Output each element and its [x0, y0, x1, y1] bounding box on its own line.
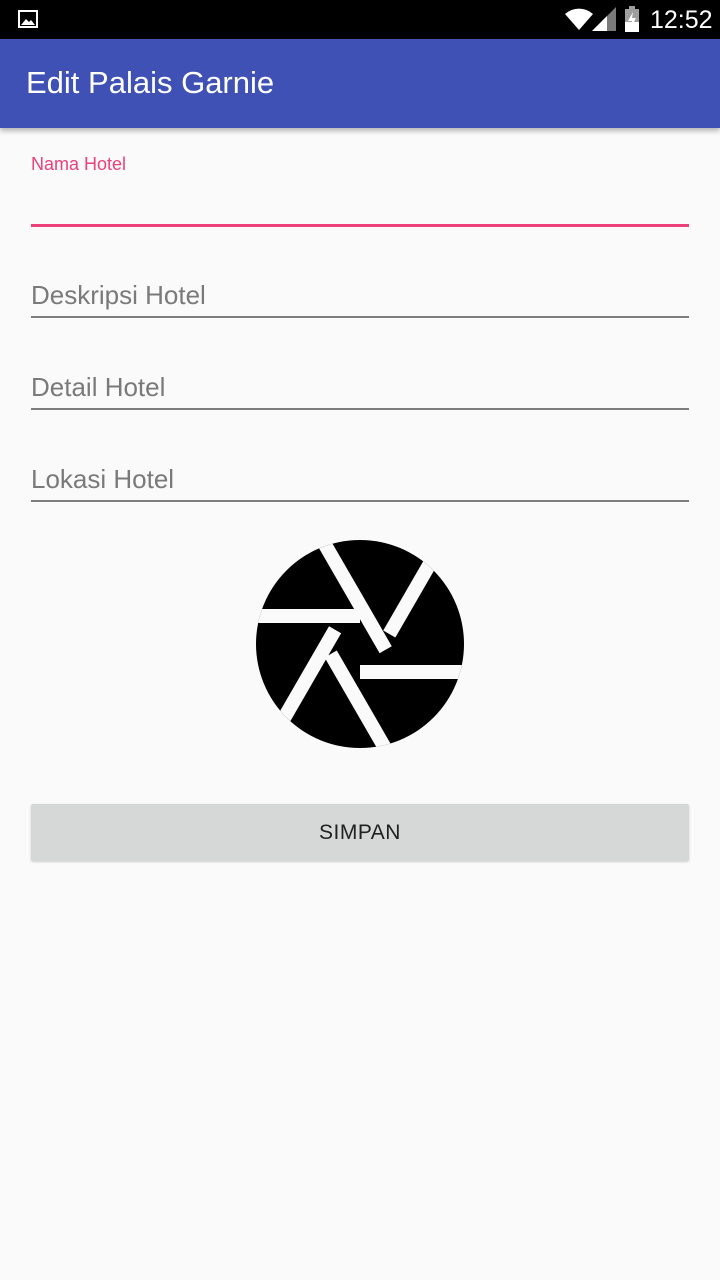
signal-icon [592, 7, 616, 31]
nama-hotel-underline [31, 224, 689, 227]
deskripsi-hotel-field [31, 272, 689, 320]
save-button[interactable]: SIMPAN [31, 804, 689, 861]
nama-hotel-field: Nama Hotel [31, 154, 689, 229]
deskripsi-hotel-input[interactable] [31, 277, 689, 313]
lokasi-hotel-input[interactable] [31, 461, 689, 497]
status-clock: 12:52 [650, 6, 713, 34]
lokasi-hotel-underline [31, 500, 689, 502]
detail-hotel-underline [31, 408, 689, 410]
detail-hotel-field [31, 364, 689, 412]
detail-hotel-input[interactable] [31, 369, 689, 405]
app-bar: Edit Palais Garnie [0, 39, 720, 128]
battery-icon [625, 6, 639, 32]
camera-shutter-icon[interactable] [256, 540, 464, 748]
wifi-icon [565, 8, 593, 30]
page-title: Edit Palais Garnie [26, 65, 275, 100]
nama-hotel-label: Nama Hotel [31, 154, 127, 174]
deskripsi-hotel-underline [31, 316, 689, 318]
nama-hotel-input[interactable] [31, 186, 689, 222]
image-icon [18, 10, 38, 28]
lokasi-hotel-field [31, 456, 689, 504]
status-bar: 12:52 [0, 0, 720, 39]
